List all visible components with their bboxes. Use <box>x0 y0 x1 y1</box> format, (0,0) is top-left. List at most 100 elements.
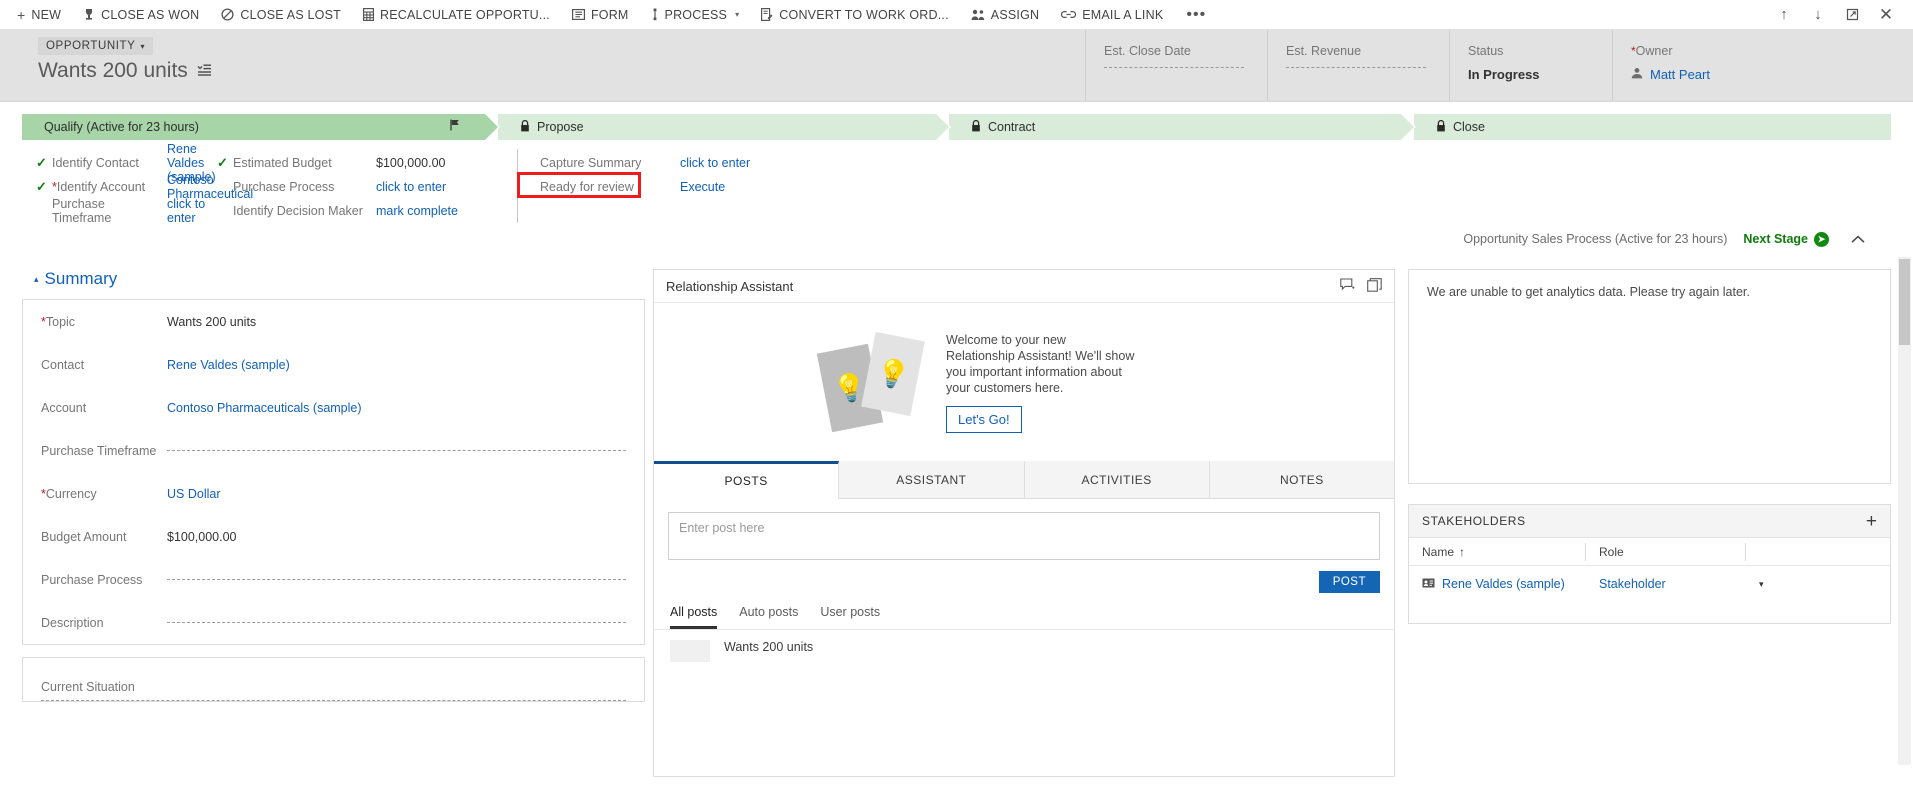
chevron-down-icon: ▾ <box>140 41 146 51</box>
header-stat-label: Status <box>1468 44 1504 58</box>
record-body: ▴ Summary *Topic Wants 200 units Contact… <box>0 257 1913 777</box>
form-icon <box>571 9 585 20</box>
summary-section-header[interactable]: ▴ Summary <box>22 257 645 299</box>
column-header-name[interactable]: Name ↑ <box>1409 542 1586 561</box>
bpf-step-value[interactable]: $100,000.00 <box>376 156 446 170</box>
field-value[interactable]: Contoso Pharmaceuticals (sample) <box>167 401 626 415</box>
tab-notes[interactable]: NOTES <box>1209 461 1394 499</box>
panel-scrollbar[interactable] <box>1898 257 1911 765</box>
owner-value[interactable]: Matt Peart <box>1631 67 1913 82</box>
header-stat-label: Est. Close Date <box>1104 44 1191 58</box>
empty-value-dashes[interactable] <box>167 579 626 580</box>
tab-posts[interactable]: POSTS <box>654 461 840 499</box>
entity-type-selector[interactable]: OPPORTUNITY ▾ <box>38 37 154 55</box>
command-label: FORM <box>590 7 629 22</box>
bpf-stage-propose[interactable]: Propose <box>498 114 949 140</box>
field-value[interactable]: Wants 200 units <box>167 315 626 329</box>
field-value[interactable]: $100,000.00 <box>167 530 626 544</box>
bpf-step-value[interactable]: click to enter <box>680 156 750 170</box>
tab-activities[interactable]: ACTIVITIES <box>1024 461 1210 499</box>
field-contact[interactable]: Contact Rene Valdes (sample) <box>23 343 644 386</box>
command-recalculate-opportunity[interactable]: RECALCULATE OPPORTU... <box>352 0 561 30</box>
cards-icon[interactable] <box>1367 277 1382 295</box>
field-purchase-timeframe[interactable]: Purchase Timeframe <box>23 429 644 472</box>
bpf-step-capture-summary[interactable]: Capture Summary click to enter <box>540 151 777 175</box>
field-value[interactable]: US Dollar <box>167 487 626 501</box>
plus-icon[interactable]: + <box>1866 512 1877 531</box>
empty-value-dashes[interactable] <box>1286 67 1426 68</box>
command-overflow-button[interactable]: ••• <box>1174 0 1218 30</box>
bpf-step-purchase-timeframe[interactable]: Purchase Timeframe click to enter <box>36 197 217 225</box>
field-account[interactable]: Account Contoso Pharmaceuticals (sample) <box>23 386 644 429</box>
next-stage-button[interactable]: Next Stage ➤ <box>1743 231 1829 247</box>
lock-icon <box>1436 119 1446 135</box>
record-header: OPPORTUNITY ▾ Wants 200 units Est. Close… <box>0 30 1913 102</box>
filter-auto-posts[interactable]: Auto posts <box>739 605 798 629</box>
command-process[interactable]: PROCESS ▾ <box>640 0 751 30</box>
next-record-icon[interactable]: ↓ <box>1801 0 1835 30</box>
close-icon[interactable]: ✕ <box>1869 0 1903 30</box>
bpf-stage-qualify[interactable]: Qualify (Active for 23 hours) <box>22 114 498 140</box>
post-list-item[interactable]: Wants 200 units <box>654 630 1394 662</box>
panel-scrollbar-thumb[interactable] <box>1899 259 1910 345</box>
stakeholder-name-link[interactable]: Rene Valdes (sample) <box>1442 577 1565 591</box>
filter-user-posts[interactable]: User posts <box>820 605 880 629</box>
empty-value-dashes[interactable] <box>167 622 626 623</box>
command-new[interactable]: + NEW <box>6 0 72 30</box>
stakeholder-name-cell[interactable]: Rene Valdes (sample) <box>1409 577 1586 591</box>
bpf-step-ready-for-review[interactable]: Ready for review Execute <box>540 175 777 199</box>
header-stat-label: Est. Revenue <box>1286 44 1362 58</box>
bpf-stage-contract[interactable]: Contract <box>949 114 1414 140</box>
table-row[interactable]: Rene Valdes (sample) Stakeholder ▾ <box>1409 566 1890 602</box>
bpf-stage-label: Propose <box>537 120 584 134</box>
empty-value-dashes[interactable] <box>41 700 626 701</box>
bpf-step-purchase-process[interactable]: Purchase Process click to enter <box>217 175 517 199</box>
field-current-situation[interactable]: Current Situation <box>23 658 644 701</box>
field-value[interactable]: Rene Valdes (sample) <box>167 358 626 372</box>
chevron-down-icon[interactable]: ▾ <box>1759 579 1764 590</box>
bpf-step-value[interactable]: click to enter <box>376 180 446 194</box>
post-input[interactable]: Enter post here <box>668 512 1380 560</box>
command-convert-to-work-order[interactable]: CONVERT TO WORK ORD... <box>750 0 959 30</box>
column-header-role[interactable]: Role <box>1586 542 1746 561</box>
empty-value-dashes[interactable] <box>1104 67 1244 68</box>
tab-assistant[interactable]: ASSISTANT <box>839 461 1025 499</box>
summary-column: ▴ Summary *Topic Wants 200 units Contact… <box>0 257 645 765</box>
bpf-step-estimated-budget[interactable]: ✓ Estimated Budget $100,000.00 <box>217 151 517 175</box>
collapse-process-icon[interactable] <box>1851 231 1865 247</box>
post-button[interactable]: POST <box>1318 571 1380 593</box>
header-stat-est-revenue: Est. Revenue <box>1267 30 1449 101</box>
command-close-as-lost[interactable]: CLOSE AS LOST <box>210 0 352 30</box>
empty-value-dashes[interactable] <box>167 450 626 451</box>
field-label: Purchase Timeframe <box>41 443 157 458</box>
field-currency[interactable]: *Currency US Dollar <box>23 472 644 515</box>
owner-link[interactable]: Matt Peart <box>1650 67 1710 82</box>
check-icon: ✓ <box>36 179 47 194</box>
popout-icon[interactable] <box>1835 0 1869 30</box>
field-purchase-process[interactable]: Purchase Process <box>23 558 644 601</box>
field-description[interactable]: Description <box>23 601 644 644</box>
bpf-step-identify-decision-maker[interactable]: Identify Decision Maker mark complete <box>217 199 517 223</box>
field-topic[interactable]: *Topic Wants 200 units <box>23 300 644 343</box>
field-label: Current Situation <box>41 680 135 694</box>
bpf-step-value[interactable]: mark complete <box>376 204 458 218</box>
bpf-stage-close[interactable]: Close <box>1414 114 1891 140</box>
bpf-step-identify-contact[interactable]: ✓ Identify Contact Rene Valdes (sample) <box>36 142 217 184</box>
form-selector-icon[interactable] <box>197 63 212 79</box>
filter-all-posts[interactable]: All posts <box>670 605 718 629</box>
stakeholder-role-link[interactable]: Stakeholder <box>1599 577 1666 591</box>
lets-go-button[interactable]: Let's Go! <box>946 405 1022 433</box>
command-form[interactable]: FORM <box>561 0 640 30</box>
command-close-as-won[interactable]: CLOSE AS WON <box>72 0 210 30</box>
command-assign[interactable]: ASSIGN <box>960 0 1050 30</box>
bpf-step-value[interactable]: click to enter <box>167 197 217 225</box>
bpf-step-label: *Identify Account <box>52 180 146 194</box>
previous-record-icon[interactable]: ↑ <box>1767 0 1801 30</box>
stakeholder-role-cell[interactable]: Stakeholder <box>1586 577 1746 591</box>
command-email-a-link[interactable]: EMAIL A LINK <box>1050 0 1174 30</box>
add-note-icon[interactable] <box>1340 278 1355 294</box>
bpf-step-execute-action[interactable]: Execute <box>680 180 725 194</box>
bpf-step-identify-account[interactable]: ✓ *Identify Account Contoso Pharmaceutic… <box>36 173 253 201</box>
field-budget-amount[interactable]: Budget Amount $100,000.00 <box>23 515 644 558</box>
row-actions-cell: ▾ <box>1746 579 1890 590</box>
